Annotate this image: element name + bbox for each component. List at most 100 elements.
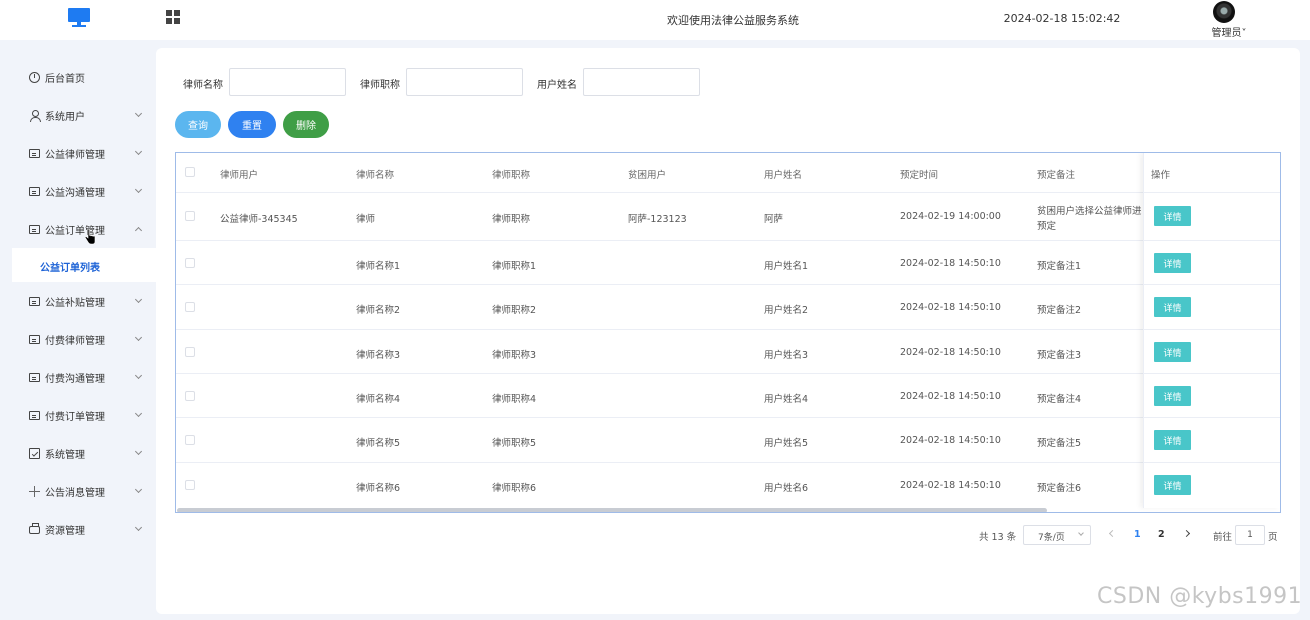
row-checkbox[interactable] <box>185 302 195 312</box>
page-number-1[interactable]: 1 <box>1134 529 1141 540</box>
sidebar-item-label: 付费订单管理 <box>45 411 105 423</box>
card-icon <box>29 225 40 234</box>
table-row[interactable]: 律师名称5 律师职称5 用户姓名5 2024-02-18 14:50:10 预定… <box>176 418 1280 463</box>
delete-button[interactable]: 删除 <box>283 111 329 138</box>
cell-lawyer-name: 律师名称4 <box>356 394 401 405</box>
sidebar-item-paid-communication[interactable]: 付费沟通管理 <box>2 359 156 395</box>
sidebar-item-home[interactable]: 后台首页 <box>2 59 156 95</box>
printer-icon <box>29 523 40 534</box>
cell-lawyer-title: 律师职称2 <box>492 305 537 316</box>
box-icon <box>29 447 40 459</box>
cell-user-name: 用户姓名2 <box>764 305 809 316</box>
card-icon <box>29 373 40 382</box>
lawyer-title-input[interactable] <box>406 68 523 96</box>
sidebar-item-pro-bono-lawyers[interactable]: 公益律师管理 <box>2 135 156 171</box>
cell-lawyer-title: 律师职称4 <box>492 394 537 405</box>
card-icon <box>29 297 40 306</box>
detail-button[interactable]: 详情 <box>1154 342 1191 362</box>
sidebar-item-announcements[interactable]: 公告消息管理 <box>2 473 156 509</box>
row-checkbox[interactable] <box>185 258 195 268</box>
user-name-label: 用户姓名 <box>537 80 577 91</box>
sidebar-item-label: 付费沟通管理 <box>45 373 105 385</box>
sidebar-item-label: 公益补贴管理 <box>45 297 105 309</box>
sidebar-item-system-management[interactable]: 系统管理 <box>2 435 156 471</box>
sidebar-item-pro-bono-subsidy[interactable]: 公益补贴管理 <box>2 283 156 319</box>
detail-button[interactable]: 详情 <box>1154 206 1191 226</box>
chevron-down-icon <box>134 447 143 455</box>
watermark: CSDN @kybs1991 <box>1097 584 1303 609</box>
table-row[interactable]: 律师名称2 律师职称2 用户姓名2 2024-02-18 14:50:10 预定… <box>176 285 1280 330</box>
page-size-select[interactable]: 7条/页 <box>1023 525 1091 545</box>
column-header[interactable]: 律师用户 <box>220 167 258 181</box>
column-header[interactable]: 预定备注 <box>1037 167 1075 181</box>
cell-user-name: 用户姓名1 <box>764 261 809 272</box>
column-header[interactable]: 贫困用户 <box>628 167 666 181</box>
reset-button[interactable]: 重置 <box>228 111 276 138</box>
search-button[interactable]: 查询 <box>175 111 221 138</box>
horizontal-scrollbar[interactable] <box>177 508 1047 512</box>
column-header[interactable]: 预定时间 <box>900 167 938 181</box>
lawyer-name-input[interactable] <box>229 68 346 96</box>
detail-button[interactable]: 详情 <box>1154 475 1191 495</box>
detail-button[interactable]: 详情 <box>1154 386 1191 406</box>
page-number-2[interactable]: 2 <box>1158 529 1165 540</box>
detail-button[interactable]: 详情 <box>1154 253 1191 273</box>
clock-icon <box>29 71 40 83</box>
row-checkbox[interactable] <box>185 211 195 221</box>
row-checkbox[interactable] <box>185 347 195 357</box>
cell-lawyer-name: 律师名称3 <box>356 350 401 361</box>
cell-lawyer-name: 律师名称2 <box>356 305 401 316</box>
detail-button[interactable]: 详情 <box>1154 297 1191 317</box>
cell-lawyer-name: 律师名称5 <box>356 438 401 449</box>
current-datetime: 2024-02-18 15:02:42 <box>1003 12 1121 25</box>
sidebar-item-system-users[interactable]: 系统用户 <box>2 97 156 133</box>
goto-label: 前往 <box>1213 532 1233 543</box>
cell-lawyer-title: 律师职称5 <box>492 438 537 449</box>
chevron-down-icon <box>134 333 143 341</box>
column-header[interactable]: 律师职称 <box>492 167 530 181</box>
row-checkbox[interactable] <box>185 391 195 401</box>
cell-lawyer-name: 律师名称6 <box>356 483 401 494</box>
table-row[interactable]: 律师名称6 律师职称6 用户姓名6 2024-02-18 14:50:10 预定… <box>176 463 1280 508</box>
sidebar-item-paid-orders[interactable]: 付费订单管理 <box>2 397 156 433</box>
page-unit-label: 页 <box>1268 532 1278 543</box>
page-title: 欢迎使用法律公益服务系统 <box>667 14 799 27</box>
select-all-checkbox[interactable] <box>185 167 195 177</box>
goto-page-input[interactable] <box>1235 525 1265 545</box>
sidebar-item-label: 系统管理 <box>45 449 85 461</box>
detail-button[interactable]: 详情 <box>1154 430 1191 450</box>
sidebar-item-paid-lawyers[interactable]: 付费律师管理 <box>2 321 156 357</box>
table-row[interactable]: 律师名称4 律师职称4 用户姓名4 2024-02-18 14:50:10 预定… <box>176 374 1280 418</box>
table-row[interactable]: 律师名称1 律师职称1 用户姓名1 2024-02-18 14:50:10 预定… <box>176 241 1280 285</box>
column-header[interactable]: 用户姓名 <box>764 167 802 181</box>
cell-booking-time: 2024-02-19 14:00:00 <box>900 211 1001 222</box>
sidebar-item-label: 公益律师管理 <box>45 149 105 161</box>
chevron-down-icon <box>1078 530 1084 536</box>
table-row[interactable]: 公益律师-345345 律师 律师职称 阿萨-123123 阿萨 2024-02… <box>176 193 1280 241</box>
table-row[interactable]: 律师名称3 律师职称3 用户姓名3 2024-02-18 14:50:10 预定… <box>176 330 1280 374</box>
pagination-total: 共 13 条 <box>979 532 1017 543</box>
avatar[interactable] <box>1213 1 1235 23</box>
column-header[interactable]: 律师名称 <box>356 167 394 181</box>
grid-icon[interactable] <box>166 10 180 24</box>
sidebar-item-pro-bono-orders[interactable]: 公益订单管理 <box>2 211 156 247</box>
row-checkbox[interactable] <box>185 435 195 445</box>
chevron-down-icon <box>134 147 143 155</box>
sidebar-subitem-pro-bono-order-list[interactable]: 公益订单列表 <box>12 248 156 282</box>
cell-user-name: 用户姓名3 <box>764 350 809 361</box>
hand-cursor-icon <box>84 229 96 245</box>
cell-booking-note: 预定备注4 <box>1037 394 1082 405</box>
cell-booking-time: 2024-02-18 14:50:10 <box>900 258 1001 269</box>
cell-lawyer-title: 律师职称6 <box>492 483 537 494</box>
row-checkbox[interactable] <box>185 480 195 490</box>
sidebar-item-resources[interactable]: 资源管理 <box>2 511 156 547</box>
user-menu-dropdown[interactable]: 管理员˅ <box>1204 24 1254 39</box>
sidebar-item-pro-bono-communication[interactable]: 公益沟通管理 <box>2 173 156 209</box>
sparkle-icon <box>29 485 40 497</box>
cell-lawyer-title: 律师职称 <box>492 214 531 225</box>
user-name-input[interactable] <box>583 68 700 96</box>
table-header-row: 律师用户 律师名称 律师职称 贫困用户 用户姓名 预定时间 预定备注 操作 <box>176 153 1280 193</box>
lawyer-name-label: 律师名称 <box>183 80 223 91</box>
orders-table: 律师用户 律师名称 律师职称 贫困用户 用户姓名 预定时间 预定备注 操作 公益… <box>175 152 1281 513</box>
cell-booking-time: 2024-02-18 14:50:10 <box>900 391 1001 402</box>
